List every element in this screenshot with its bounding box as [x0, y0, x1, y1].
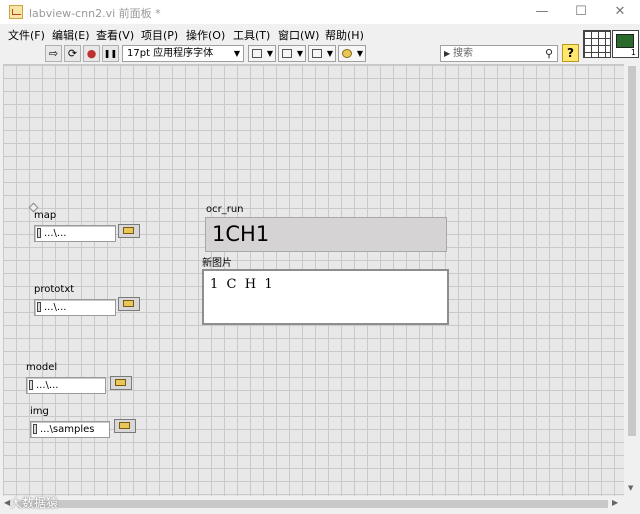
- run-arrow-icon[interactable]: ⇨: [45, 45, 62, 62]
- menu-project[interactable]: 项目(P): [141, 27, 178, 43]
- search-icon[interactable]: ⚲: [545, 46, 553, 61]
- path-icon: [37, 302, 41, 312]
- menu-window[interactable]: 窗口(W): [278, 27, 319, 43]
- distribute-objects-dropdown[interactable]: ▼: [278, 45, 306, 62]
- toolbar: ⇨ ⟳ ● ❚❚ 17pt 应用程序字体 ▼ ▼ ▼ ▼ ▼ ▶ 搜索 ⚲ ?: [0, 43, 583, 63]
- prototxt-path-value: ...\...: [44, 302, 67, 313]
- align-icon: [252, 49, 262, 58]
- pause-icon[interactable]: ❚❚: [102, 45, 119, 62]
- chevron-down-icon: ▼: [233, 49, 240, 58]
- img-path-value: ...\samples: [40, 424, 95, 435]
- menu-file[interactable]: 文件(F): [8, 27, 45, 43]
- vertical-scrollbar[interactable]: ▼: [624, 64, 640, 496]
- new-image-label: 新图片: [202, 258, 232, 269]
- model-browse-button[interactable]: [110, 376, 132, 390]
- folder-icon: [123, 227, 134, 234]
- watermark: 大数据猿: [10, 496, 59, 510]
- map-browse-button[interactable]: [118, 224, 140, 238]
- close-button[interactable]: ✕: [600, 0, 640, 24]
- minimize-button[interactable]: —: [522, 0, 562, 24]
- distribute-icon: [282, 49, 292, 58]
- vi-icon-number: 1: [630, 48, 636, 57]
- abort-icon[interactable]: ●: [83, 45, 100, 62]
- map-path-control[interactable]: ...\...: [34, 225, 116, 242]
- reorder-icon: [342, 49, 352, 58]
- folder-icon: [123, 300, 134, 307]
- scroll-right-icon[interactable]: ▶: [612, 498, 618, 507]
- menu-help[interactable]: 帮助(H): [325, 27, 364, 43]
- menu-edit[interactable]: 编辑(E): [52, 27, 90, 43]
- new-image-display: 1 C H 1: [202, 269, 449, 325]
- prototxt-label: prototxt: [34, 284, 75, 295]
- labview-app-icon: [9, 5, 23, 19]
- reorder-dropdown[interactable]: ▼: [338, 45, 366, 62]
- context-help-button[interactable]: ?: [562, 44, 579, 62]
- title-bar: labview-cnn2.vi 前面板 * — ☐ ✕: [0, 0, 640, 24]
- window-title: labview-cnn2.vi 前面板 *: [29, 7, 161, 20]
- connector-pane[interactable]: [583, 30, 611, 58]
- img-browse-button[interactable]: [114, 419, 136, 433]
- horizontal-scroll-thumb[interactable]: [18, 500, 608, 508]
- scroll-down-icon[interactable]: ▼: [628, 484, 633, 492]
- ocr-run-string-indicator: 1CH1: [205, 217, 447, 252]
- align-objects-dropdown[interactable]: ▼: [248, 45, 276, 62]
- map-label: map: [34, 210, 57, 221]
- path-icon: [33, 424, 37, 434]
- map-path-value: ...\...: [44, 228, 67, 239]
- vi-screen-icon: [616, 34, 634, 48]
- folder-icon: [119, 422, 130, 429]
- vi-icon[interactable]: 1: [612, 30, 639, 58]
- menu-bar: 文件(F) 编辑(E) 查看(V) 项目(P) 操作(O) 工具(T) 窗口(W…: [0, 24, 640, 43]
- path-icon: [29, 380, 33, 390]
- model-path-value: ...\...: [36, 380, 59, 391]
- ocr-run-label: ocr_run: [206, 204, 244, 215]
- model-label: model: [26, 362, 58, 373]
- img-path-control[interactable]: ...\samples: [30, 421, 110, 438]
- prototxt-path-control[interactable]: ...\...: [34, 299, 116, 316]
- path-icon: [37, 228, 41, 238]
- font-selector-value: 17pt 应用程序字体: [127, 48, 214, 59]
- maximize-button[interactable]: ☐: [561, 0, 601, 24]
- horizontal-scrollbar[interactable]: ◀ ▶: [0, 496, 624, 512]
- resize-objects-dropdown[interactable]: ▼: [308, 45, 336, 62]
- menu-view[interactable]: 查看(V): [96, 27, 134, 43]
- run-continuously-icon[interactable]: ⟳: [64, 45, 81, 62]
- vertical-scroll-thumb[interactable]: [628, 66, 636, 436]
- font-selector[interactable]: 17pt 应用程序字体 ▼: [122, 45, 244, 62]
- search-placeholder: 搜索: [453, 48, 473, 59]
- new-image-text: 1 C H 1: [210, 277, 273, 292]
- model-path-control[interactable]: ...\...: [26, 377, 106, 394]
- search-input[interactable]: ▶ 搜索 ⚲: [440, 45, 558, 62]
- menu-tools[interactable]: 工具(T): [233, 27, 270, 43]
- folder-icon: [115, 379, 126, 386]
- resize-icon: [312, 49, 322, 58]
- search-options-icon: ▶: [444, 49, 451, 58]
- prototxt-browse-button[interactable]: [118, 297, 140, 311]
- menu-operate[interactable]: 操作(O): [186, 27, 225, 43]
- img-label: img: [30, 406, 49, 417]
